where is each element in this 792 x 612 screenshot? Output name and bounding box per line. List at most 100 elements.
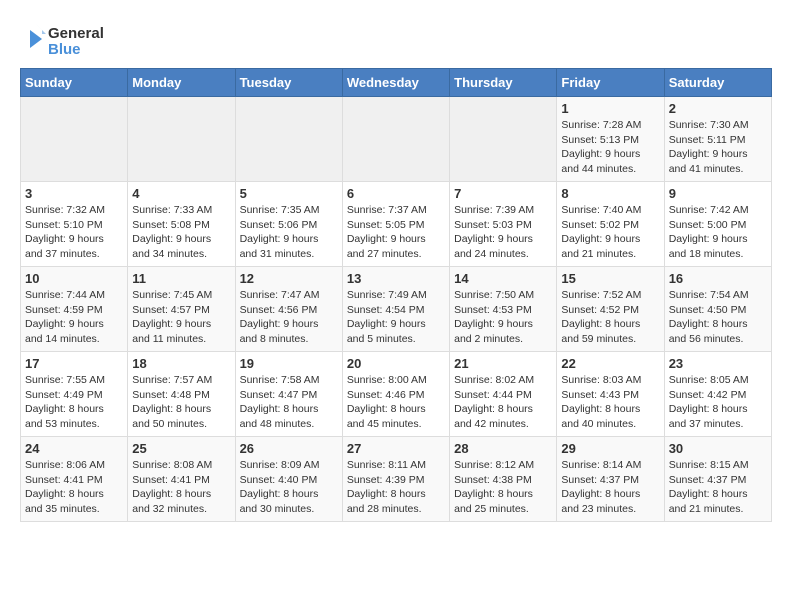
day-info: Sunrise: 7:52 AM Sunset: 4:52 PM Dayligh… — [561, 288, 659, 347]
day-number: 22 — [561, 356, 659, 371]
calendar-cell: 11 Sunrise: 7:45 AM Sunset: 4:57 PM Dayli… — [128, 267, 235, 352]
day-info: Sunrise: 7:39 AM Sunset: 5:03 PM Dayligh… — [454, 203, 552, 262]
calendar-cell: 17 Sunrise: 7:55 AM Sunset: 4:49 PM Dayli… — [21, 352, 128, 437]
day-number: 18 — [132, 356, 230, 371]
day-info: Sunrise: 7:54 AM Sunset: 4:50 PM Dayligh… — [669, 288, 767, 347]
page-header: General Blue — [20, 20, 772, 58]
header-wednesday: Wednesday — [342, 69, 449, 97]
day-info: Sunrise: 7:35 AM Sunset: 5:06 PM Dayligh… — [240, 203, 338, 262]
day-info: Sunrise: 8:14 AM Sunset: 4:37 PM Dayligh… — [561, 458, 659, 517]
calendar-cell: 22Sunrise: 8:03 AM Sunset: 4:43 PM Dayli… — [557, 352, 664, 437]
calendar-cell — [450, 97, 557, 182]
day-number: 9 — [669, 186, 767, 201]
calendar-cell: 20Sunrise: 8:00 AM Sunset: 4:46 PM Dayli… — [342, 352, 449, 437]
calendar-cell: 1 Sunrise: 7:28 AM Sunset: 5:13 PM Daylig… — [557, 97, 664, 182]
calendar-cell — [342, 97, 449, 182]
calendar-cell: 25Sunrise: 8:08 AM Sunset: 4:41 PM Dayli… — [128, 437, 235, 522]
day-info: Sunrise: 8:05 AM Sunset: 4:42 PM Dayligh… — [669, 373, 767, 432]
day-info: Sunrise: 7:47 AM Sunset: 4:56 PM Dayligh… — [240, 288, 338, 347]
day-number: 2 — [669, 101, 767, 116]
day-info: Sunrise: 8:09 AM Sunset: 4:40 PM Dayligh… — [240, 458, 338, 517]
header-monday: Monday — [128, 69, 235, 97]
header-saturday: Saturday — [664, 69, 771, 97]
svg-text:General: General — [48, 25, 104, 42]
calendar-week-2: 10 Sunrise: 7:44 AM Sunset: 4:59 PM Dayli… — [21, 267, 772, 352]
day-info: Sunrise: 7:58 AM Sunset: 4:47 PM Dayligh… — [240, 373, 338, 432]
calendar-cell: 21Sunrise: 8:02 AM Sunset: 4:44 PM Dayli… — [450, 352, 557, 437]
logo: General Blue — [20, 20, 140, 58]
day-info: Sunrise: 8:02 AM Sunset: 4:44 PM Dayligh… — [454, 373, 552, 432]
day-number: 16 — [669, 271, 767, 286]
calendar-cell: 23 Sunrise: 8:05 AM Sunset: 4:42 PM Dayli… — [664, 352, 771, 437]
day-number: 27 — [347, 441, 445, 456]
day-number: 17 — [25, 356, 123, 371]
day-number: 3 — [25, 186, 123, 201]
day-info: Sunrise: 7:32 AM Sunset: 5:10 PM Dayligh… — [25, 203, 123, 262]
calendar-cell: 26 Sunrise: 8:09 AM Sunset: 4:40 PM Dayli… — [235, 437, 342, 522]
calendar-cell: 3 Sunrise: 7:32 AM Sunset: 5:10 PM Daylig… — [21, 182, 128, 267]
calendar-cell — [235, 97, 342, 182]
calendar-cell: 10 Sunrise: 7:44 AM Sunset: 4:59 PM Dayli… — [21, 267, 128, 352]
day-number: 13 — [347, 271, 445, 286]
header-friday: Friday — [557, 69, 664, 97]
day-info: Sunrise: 7:37 AM Sunset: 5:05 PM Dayligh… — [347, 203, 445, 262]
day-number: 4 — [132, 186, 230, 201]
day-number: 28 — [454, 441, 552, 456]
day-info: Sunrise: 7:40 AM Sunset: 5:02 PM Dayligh… — [561, 203, 659, 262]
day-number: 11 — [132, 271, 230, 286]
calendar-cell — [21, 97, 128, 182]
day-info: Sunrise: 7:55 AM Sunset: 4:49 PM Dayligh… — [25, 373, 123, 432]
day-number: 12 — [240, 271, 338, 286]
calendar-cell: 8Sunrise: 7:40 AM Sunset: 5:02 PM Daylig… — [557, 182, 664, 267]
day-info: Sunrise: 7:50 AM Sunset: 4:53 PM Dayligh… — [454, 288, 552, 347]
calendar-cell: 16 Sunrise: 7:54 AM Sunset: 4:50 PM Dayli… — [664, 267, 771, 352]
calendar-header-row: SundayMondayTuesdayWednesdayThursdayFrid… — [21, 69, 772, 97]
calendar-cell: 6 Sunrise: 7:37 AM Sunset: 5:05 PM Daylig… — [342, 182, 449, 267]
header-thursday: Thursday — [450, 69, 557, 97]
calendar-cell: 30Sunrise: 8:15 AM Sunset: 4:37 PM Dayli… — [664, 437, 771, 522]
day-info: Sunrise: 7:30 AM Sunset: 5:11 PM Dayligh… — [669, 118, 767, 177]
day-number: 10 — [25, 271, 123, 286]
calendar-cell: 9 Sunrise: 7:42 AM Sunset: 5:00 PM Daylig… — [664, 182, 771, 267]
calendar-cell: 14 Sunrise: 7:50 AM Sunset: 4:53 PM Dayli… — [450, 267, 557, 352]
calendar-cell: 4 Sunrise: 7:33 AM Sunset: 5:08 PM Daylig… — [128, 182, 235, 267]
day-number: 1 — [561, 101, 659, 116]
calendar-cell: 29 Sunrise: 8:14 AM Sunset: 4:37 PM Dayli… — [557, 437, 664, 522]
day-number: 6 — [347, 186, 445, 201]
day-number: 23 — [669, 356, 767, 371]
day-number: 24 — [25, 441, 123, 456]
header-sunday: Sunday — [21, 69, 128, 97]
calendar-week-1: 3 Sunrise: 7:32 AM Sunset: 5:10 PM Daylig… — [21, 182, 772, 267]
calendar-cell: 28 Sunrise: 8:12 AM Sunset: 4:38 PM Dayli… — [450, 437, 557, 522]
calendar-cell: 7 Sunrise: 7:39 AM Sunset: 5:03 PM Daylig… — [450, 182, 557, 267]
day-number: 15 — [561, 271, 659, 286]
day-info: Sunrise: 7:28 AM Sunset: 5:13 PM Dayligh… — [561, 118, 659, 177]
day-number: 19 — [240, 356, 338, 371]
svg-text:Blue: Blue — [48, 41, 81, 58]
day-number: 29 — [561, 441, 659, 456]
day-info: Sunrise: 7:42 AM Sunset: 5:00 PM Dayligh… — [669, 203, 767, 262]
calendar-cell: 24Sunrise: 8:06 AM Sunset: 4:41 PM Dayli… — [21, 437, 128, 522]
day-number: 14 — [454, 271, 552, 286]
calendar-cell: 12 Sunrise: 7:47 AM Sunset: 4:56 PM Dayli… — [235, 267, 342, 352]
logo-svg: General Blue — [20, 20, 140, 58]
day-info: Sunrise: 8:12 AM Sunset: 4:38 PM Dayligh… — [454, 458, 552, 517]
calendar-cell: 13 Sunrise: 7:49 AM Sunset: 4:54 PM Dayli… — [342, 267, 449, 352]
calendar-cell: 5 Sunrise: 7:35 AM Sunset: 5:06 PM Daylig… — [235, 182, 342, 267]
calendar-week-4: 24Sunrise: 8:06 AM Sunset: 4:41 PM Dayli… — [21, 437, 772, 522]
day-number: 25 — [132, 441, 230, 456]
calendar-week-3: 17 Sunrise: 7:55 AM Sunset: 4:49 PM Dayli… — [21, 352, 772, 437]
day-info: Sunrise: 8:00 AM Sunset: 4:46 PM Dayligh… — [347, 373, 445, 432]
day-number: 5 — [240, 186, 338, 201]
day-info: Sunrise: 7:49 AM Sunset: 4:54 PM Dayligh… — [347, 288, 445, 347]
calendar-table: SundayMondayTuesdayWednesdayThursdayFrid… — [20, 68, 772, 522]
calendar-cell — [128, 97, 235, 182]
day-info: Sunrise: 7:33 AM Sunset: 5:08 PM Dayligh… — [132, 203, 230, 262]
day-number: 26 — [240, 441, 338, 456]
day-info: Sunrise: 8:11 AM Sunset: 4:39 PM Dayligh… — [347, 458, 445, 517]
day-info: Sunrise: 7:44 AM Sunset: 4:59 PM Dayligh… — [25, 288, 123, 347]
calendar-week-0: 1 Sunrise: 7:28 AM Sunset: 5:13 PM Daylig… — [21, 97, 772, 182]
day-number: 7 — [454, 186, 552, 201]
day-info: Sunrise: 7:45 AM Sunset: 4:57 PM Dayligh… — [132, 288, 230, 347]
calendar-cell: 18Sunrise: 7:57 AM Sunset: 4:48 PM Dayli… — [128, 352, 235, 437]
